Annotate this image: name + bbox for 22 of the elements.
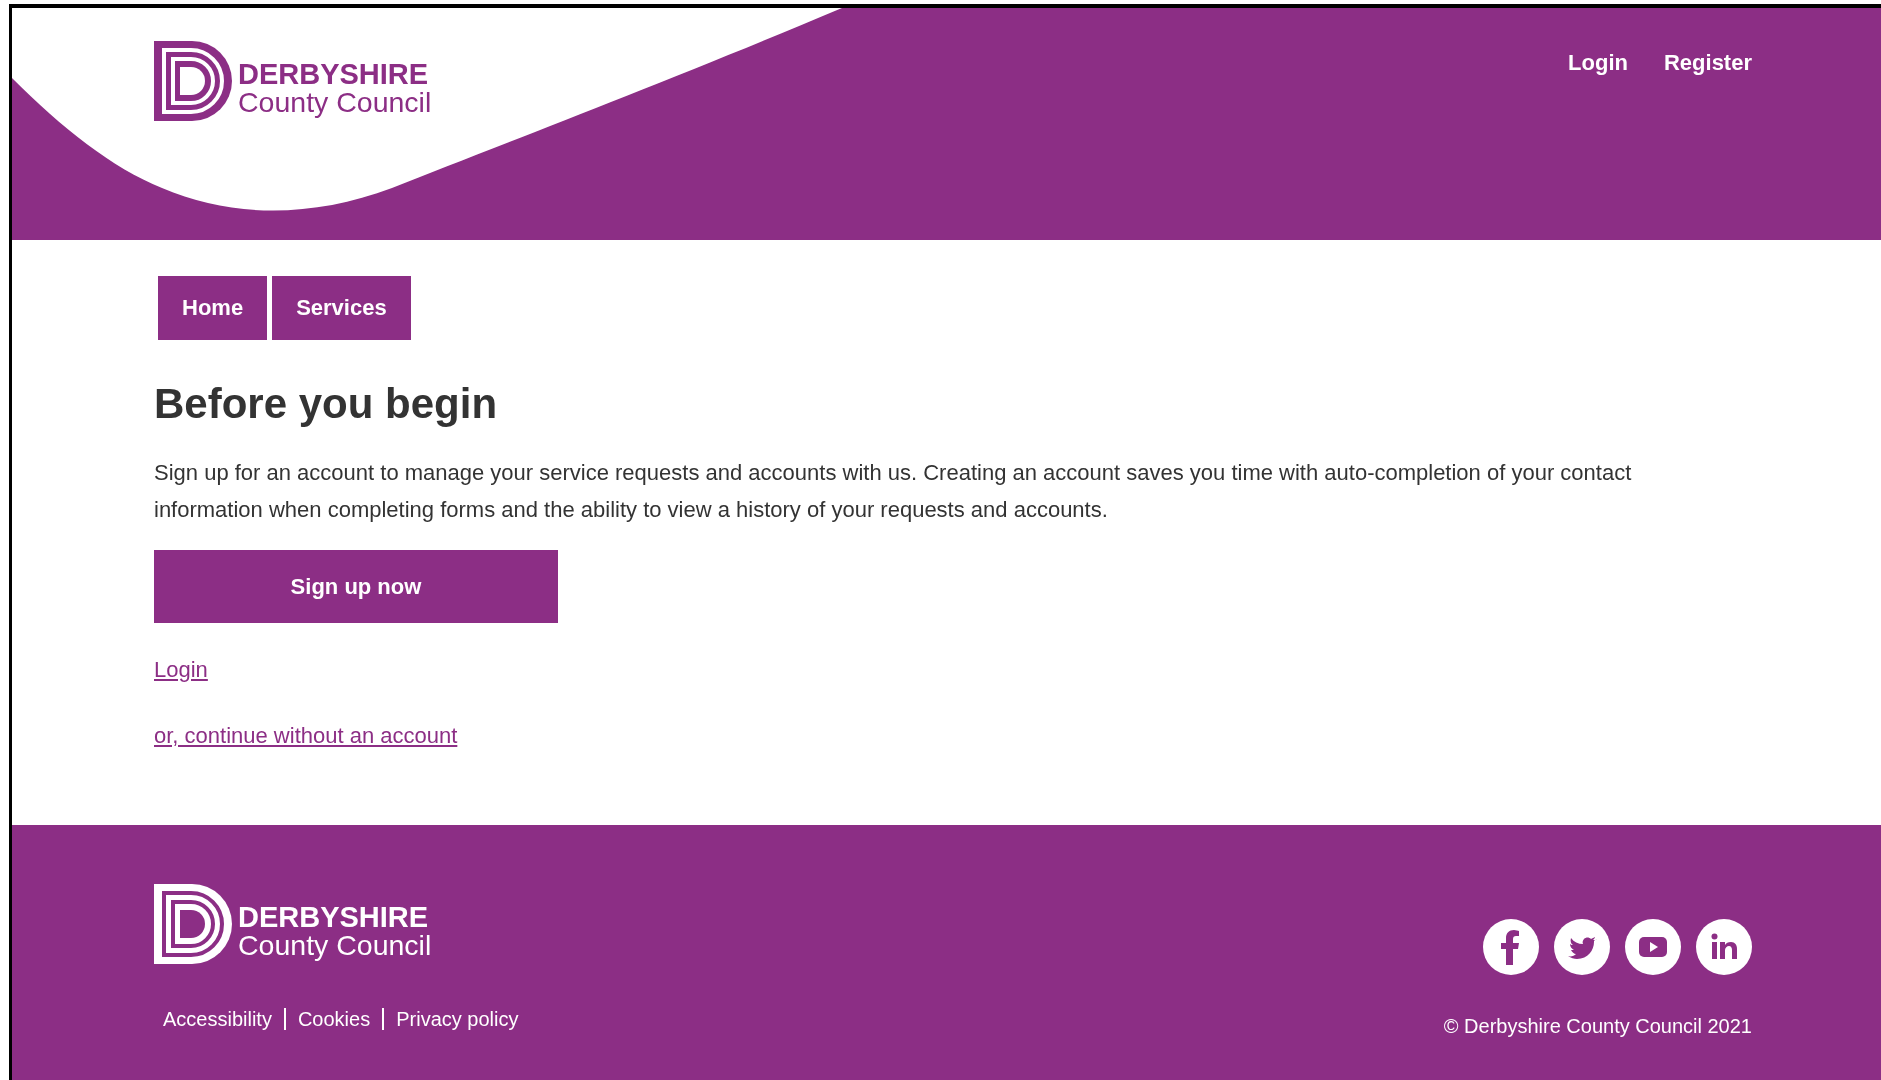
logo-title: DERBYSHIRE xyxy=(238,902,430,931)
header-link[interactable]: Login xyxy=(1568,50,1628,76)
facebook-icon[interactable] xyxy=(1483,919,1539,975)
header-link[interactable]: Register xyxy=(1663,50,1752,76)
footer-link[interactable]: Cookies xyxy=(283,1008,383,1030)
logo-subtitle: County Council xyxy=(238,930,432,960)
logo-mark-icon xyxy=(154,884,232,964)
copyright-text: © Derbyshire County Council 2021 xyxy=(1443,1015,1752,1038)
sign-up-button[interactable]: Sign up now xyxy=(154,550,558,623)
footer-link[interactable]: Accessibility xyxy=(163,1008,284,1030)
twitter-icon[interactable] xyxy=(1554,919,1610,975)
page-heading: Before you begin xyxy=(154,379,499,429)
nav-tab[interactable]: Home xyxy=(158,276,268,340)
footer-link[interactable]: Privacy policy xyxy=(382,1008,531,1030)
nav-tab[interactable]: Services xyxy=(272,276,411,340)
youtube-icon[interactable] xyxy=(1625,919,1681,975)
text-link[interactable]: Login xyxy=(154,657,208,683)
logo-subtitle: County Council xyxy=(238,87,432,117)
logo-title: DERBYSHIRE xyxy=(238,59,430,88)
text-link[interactable]: or, continue without an account xyxy=(154,723,458,749)
intro-paragraph: Sign up for an account to manage your service requests and accounts with us. Creating an account saves you time with auto-completion of your contact information when completing forms and the ability to view a history of your requests and accounts. xyxy=(154,459,1633,524)
linkedin-icon[interactable] xyxy=(1696,919,1752,975)
